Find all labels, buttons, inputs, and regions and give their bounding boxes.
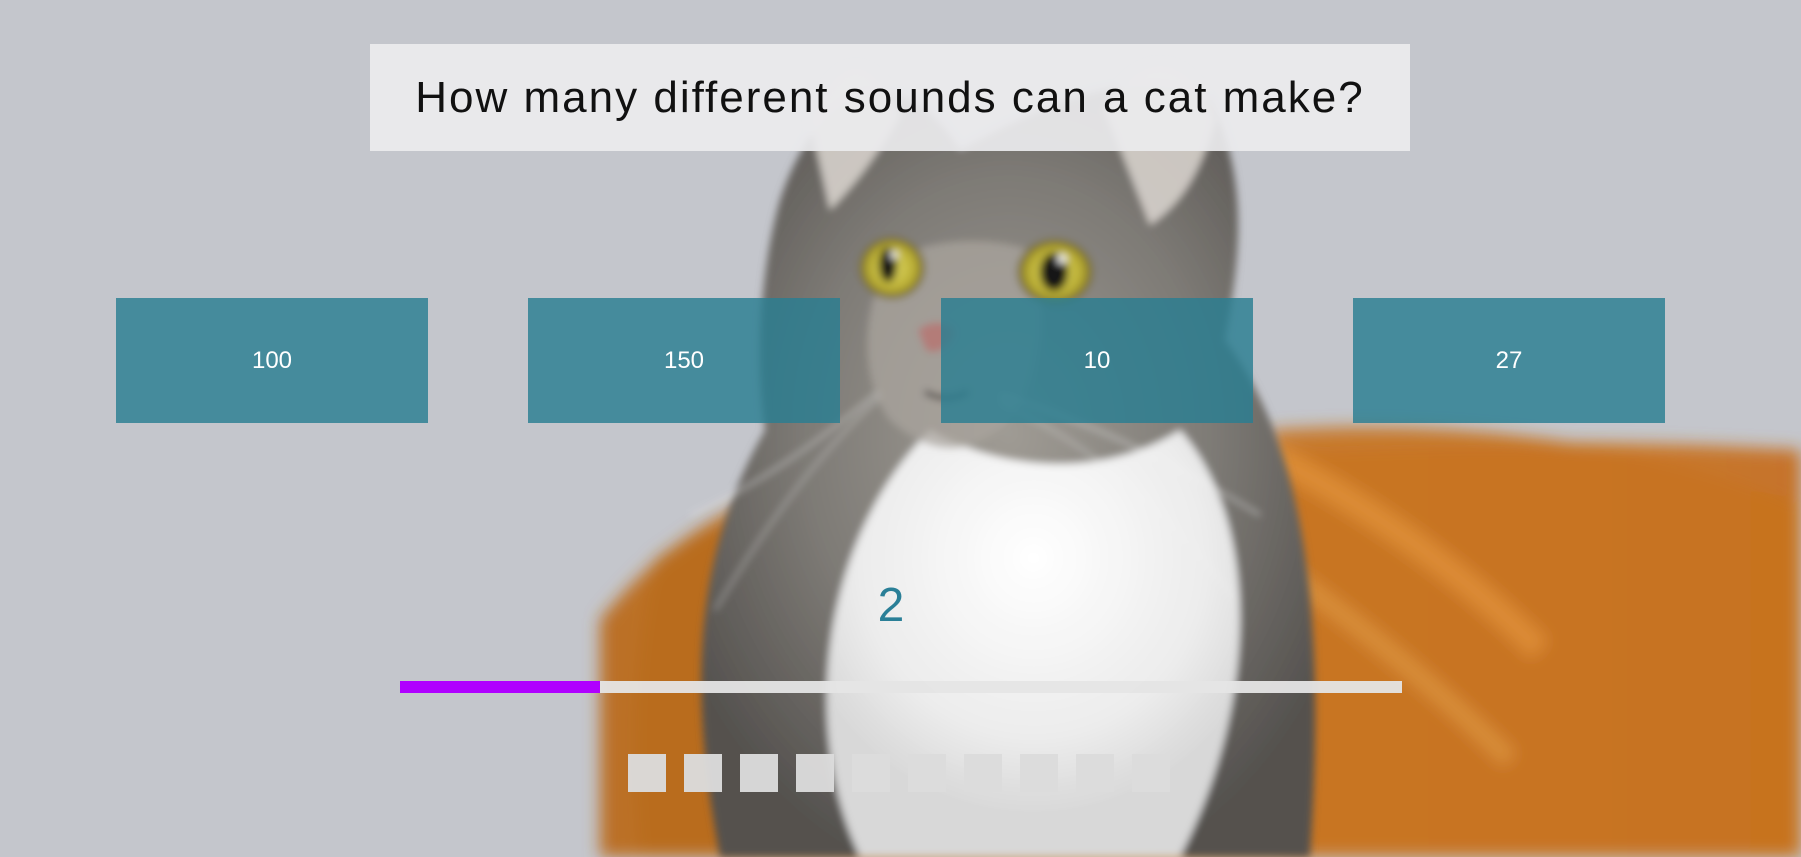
answer-label: 27: [1495, 346, 1523, 374]
question-indicator-10: [1132, 754, 1170, 792]
question-indicator-1: [628, 754, 666, 792]
question-panel: How many different sounds can a cat make…: [370, 44, 1410, 151]
progress-fill: [400, 681, 601, 693]
quiz-screen: How many different sounds can a cat make…: [0, 0, 1801, 857]
answer-label: 150: [663, 346, 705, 374]
question-indicator-9: [1076, 754, 1114, 792]
answer-button-3[interactable]: 10: [941, 298, 1253, 423]
question-indicators: [628, 754, 1170, 792]
answer-button-2[interactable]: 150: [528, 298, 840, 423]
question-indicator-8: [1020, 754, 1058, 792]
question-indicator-4: [796, 754, 834, 792]
progress-bar: [400, 681, 1402, 693]
question-text: How many different sounds can a cat make…: [415, 72, 1365, 122]
answer-button-1[interactable]: 100: [116, 298, 428, 423]
question-indicator-5: [852, 754, 890, 792]
answer-label: 100: [251, 346, 293, 374]
question-indicator-3: [740, 754, 778, 792]
question-indicator-7: [964, 754, 1002, 792]
answer-button-4[interactable]: 27: [1353, 298, 1665, 423]
countdown-timer: 2: [877, 579, 905, 632]
answer-label: 10: [1083, 346, 1111, 374]
question-indicator-2: [684, 754, 722, 792]
question-indicator-6: [908, 754, 946, 792]
